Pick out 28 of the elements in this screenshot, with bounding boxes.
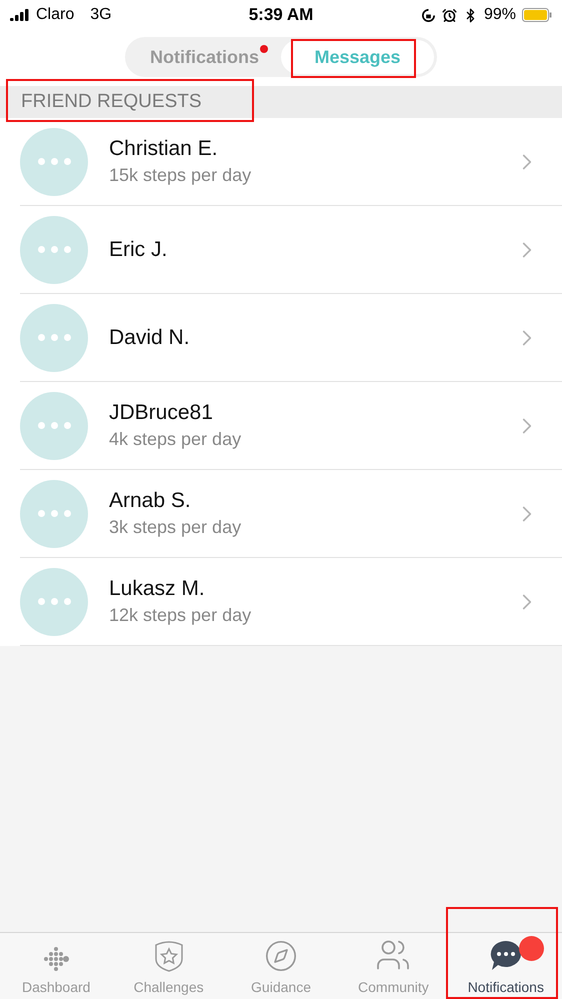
friend-name: Eric J. [109,238,168,262]
friend-name: Lukasz M. [109,577,206,601]
friend-request-row[interactable]: David N. [20,294,562,382]
alarm-icon [442,8,457,22]
friend-request-row[interactable]: Arnab S. 3k steps per day [20,470,562,558]
steps-per-day: 15k steps per day [109,165,514,186]
tab-bar-item[interactable]: Notifications [450,933,562,999]
friend-request-row[interactable]: JDBruce81 4k steps per day [20,382,562,470]
battery-icon [522,8,552,22]
friend-name: Christian E. [109,137,219,161]
steps-per-day: 3k steps per day [109,517,514,538]
battery-percent: 99% [484,6,516,24]
network-type: 3G [90,6,112,24]
compass-icon [264,939,298,973]
rotation-lock-icon [420,8,436,22]
dots-icon [42,945,70,973]
signal-icon [10,9,30,21]
friend-request-row[interactable]: Lukasz M. 12k steps per day [20,558,562,646]
carrier-name: Claro [36,6,74,24]
steps-per-day: 4k steps per day [109,429,514,450]
friend-name: David N. [109,326,191,350]
friend-request-row[interactable]: Christian E. 15k steps per day [20,118,562,206]
section-title: FRIEND REQUESTS [21,91,202,113]
steps-per-day: 12k steps per day [109,605,514,626]
friend-name: Arnab S. [109,489,192,513]
clock-time: 5:39 AM [248,5,314,25]
friend-name: JDBruce81 [109,401,214,425]
friend-request-row[interactable]: Eric J. [20,206,562,294]
